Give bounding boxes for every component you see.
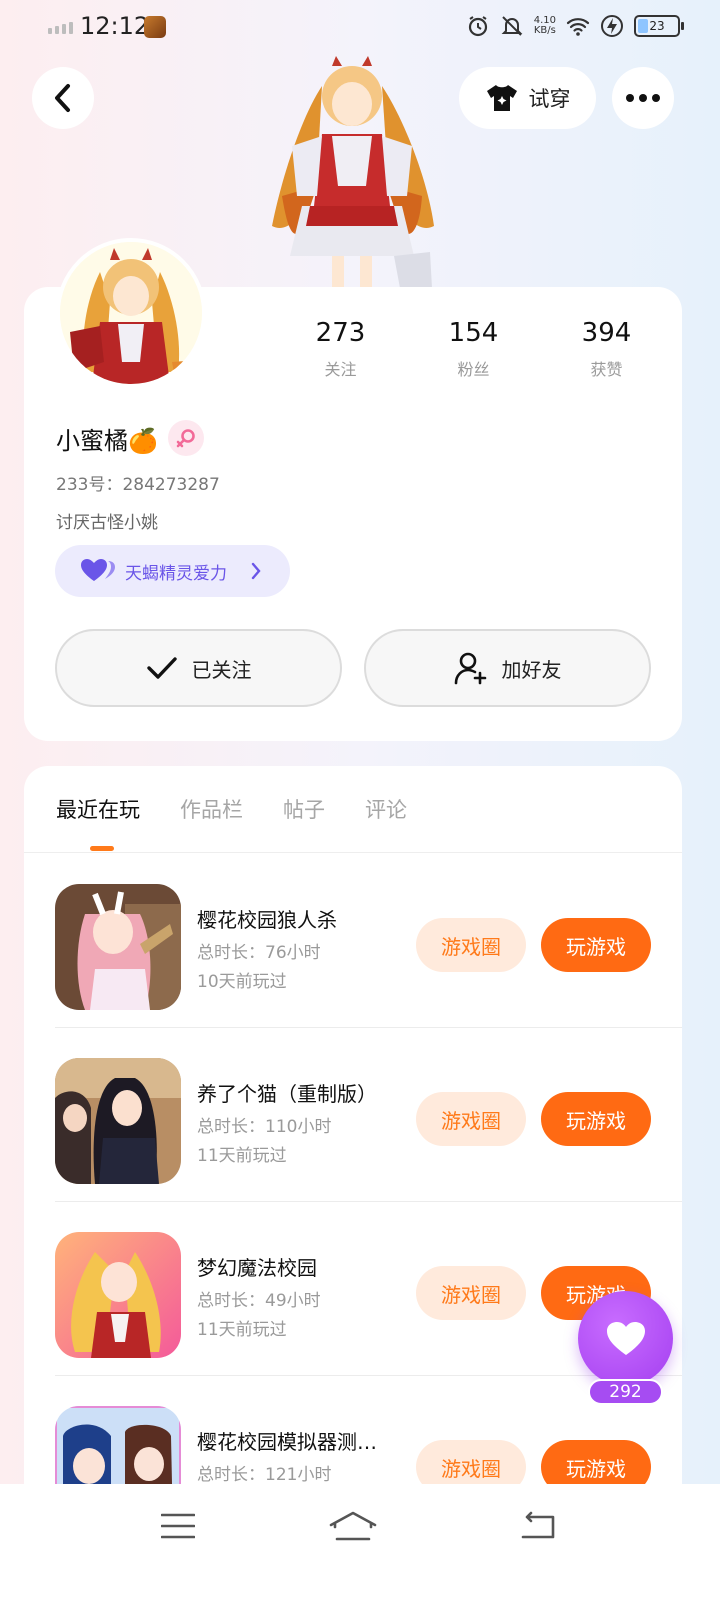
avatar-image bbox=[60, 242, 202, 384]
game-title: 梦幻魔法校园 bbox=[197, 1256, 317, 1280]
stat-value: 273 bbox=[315, 318, 366, 348]
game-circle-button[interactable]: 游戏圈 bbox=[416, 1266, 526, 1320]
followed-label: 已关注 bbox=[191, 657, 252, 682]
tshirt-icon bbox=[486, 85, 517, 111]
game-title: 樱花校园模拟器测… bbox=[197, 1430, 377, 1454]
female-gender-icon bbox=[167, 420, 204, 456]
game-circle-button[interactable]: 游戏圈 bbox=[416, 918, 526, 972]
zodiac-power-badge[interactable]: 天蝎精灵爱力 bbox=[55, 545, 290, 597]
like-count: 292 bbox=[588, 1379, 663, 1405]
tabs-divider bbox=[24, 852, 682, 853]
mute-icon bbox=[501, 16, 523, 36]
followed-button[interactable]: 已关注 bbox=[55, 629, 342, 707]
add-user-icon bbox=[454, 652, 486, 685]
like-button[interactable] bbox=[578, 1291, 673, 1386]
username: 小蜜橘🍊 bbox=[56, 426, 158, 455]
stat-followers[interactable]: 154 粉丝 bbox=[407, 318, 540, 380]
user-bio: 讨厌古怪小姚 bbox=[56, 513, 158, 533]
back-button[interactable] bbox=[32, 67, 94, 129]
game-icon bbox=[55, 1058, 181, 1184]
home-icon bbox=[329, 1511, 377, 1541]
user-id: 233号：284273287 bbox=[56, 475, 220, 495]
profile-stats: 273 关注 154 粉丝 394 获赞 bbox=[274, 318, 674, 380]
heart-icon bbox=[606, 1321, 645, 1355]
game-last-played: 11天前玩过 bbox=[197, 1146, 287, 1166]
stat-likes[interactable]: 394 获赞 bbox=[540, 318, 673, 380]
game-duration: 总时长：49小时 bbox=[197, 1291, 321, 1311]
home-button[interactable] bbox=[323, 1506, 383, 1546]
battery-icon: 23 bbox=[634, 15, 684, 37]
username-row: 小蜜橘🍊 bbox=[56, 420, 204, 456]
double-heart-icon bbox=[81, 559, 115, 581]
more-button[interactable] bbox=[612, 67, 674, 129]
chevron-right-icon bbox=[251, 562, 261, 580]
recent-apps-button[interactable] bbox=[148, 1506, 208, 1546]
add-friend-label: 加好友 bbox=[501, 657, 562, 682]
checkmark-icon bbox=[146, 657, 177, 679]
game-row[interactable]: 樱花校园狼人杀 总时长：76小时 10天前玩过 游戏圈 玩游戏 bbox=[24, 854, 682, 1028]
play-game-button[interactable]: 玩游戏 bbox=[541, 1092, 651, 1146]
alarm-icon bbox=[468, 16, 487, 37]
game-icon bbox=[55, 884, 181, 1010]
game-duration: 总时长：110小时 bbox=[197, 1117, 332, 1137]
game-last-played: 11天前玩过 bbox=[197, 1320, 287, 1340]
stat-value: 394 bbox=[581, 318, 632, 348]
tab-comments[interactable]: 评论 bbox=[365, 794, 407, 824]
try-on-label: 试穿 bbox=[528, 87, 571, 111]
status-time: 12:12 bbox=[80, 12, 150, 40]
stat-label: 粉丝 bbox=[457, 360, 490, 379]
status-bar: 12:12 4.10 KB/s 23 bbox=[0, 0, 720, 56]
game-row[interactable]: 养了个猫（重制版） 总时长：110小时 11天前玩过 游戏圈 玩游戏 bbox=[24, 1028, 682, 1202]
app-notification-icon bbox=[144, 16, 166, 38]
tab-posts[interactable]: 帖子 bbox=[283, 794, 325, 824]
back-arrow-icon bbox=[521, 1511, 555, 1539]
more-dots-icon bbox=[626, 94, 660, 102]
stat-value: 154 bbox=[448, 318, 499, 348]
charging-icon bbox=[601, 15, 623, 37]
menu-icon bbox=[161, 1513, 195, 1539]
play-game-button[interactable]: 玩游戏 bbox=[541, 918, 651, 972]
profile-tabs: 最近在玩 作品栏 帖子 评论 bbox=[56, 794, 407, 824]
add-friend-button[interactable]: 加好友 bbox=[364, 629, 651, 707]
game-duration: 总时长：121小时 bbox=[197, 1465, 332, 1485]
signal-icon bbox=[48, 22, 73, 34]
stat-following[interactable]: 273 关注 bbox=[274, 318, 407, 380]
tab-works[interactable]: 作品栏 bbox=[180, 794, 243, 824]
zodiac-power-label: 天蝎精灵爱力 bbox=[125, 563, 227, 584]
tab-indicator bbox=[90, 846, 114, 851]
game-title: 养了个猫（重制版） bbox=[197, 1082, 377, 1106]
avatar-3d-figure bbox=[272, 56, 434, 288]
net-speed: 4.10 KB/s bbox=[533, 15, 556, 36]
system-nav-bar bbox=[0, 1484, 720, 1600]
chevron-left-icon bbox=[55, 84, 70, 112]
system-back-button[interactable] bbox=[508, 1506, 568, 1546]
tab-recently-played[interactable]: 最近在玩 bbox=[56, 794, 140, 824]
stat-label: 获赞 bbox=[590, 360, 623, 379]
avatar[interactable] bbox=[56, 238, 206, 388]
game-circle-button[interactable]: 游戏圈 bbox=[416, 1092, 526, 1146]
game-icon bbox=[55, 1232, 181, 1358]
wifi-icon bbox=[566, 18, 590, 36]
game-last-played: 10天前玩过 bbox=[197, 972, 287, 992]
stat-label: 关注 bbox=[324, 360, 357, 379]
try-on-button[interactable]: 试穿 bbox=[459, 67, 596, 129]
game-title: 樱花校园狼人杀 bbox=[197, 908, 337, 932]
game-duration: 总时长：76小时 bbox=[197, 943, 321, 963]
